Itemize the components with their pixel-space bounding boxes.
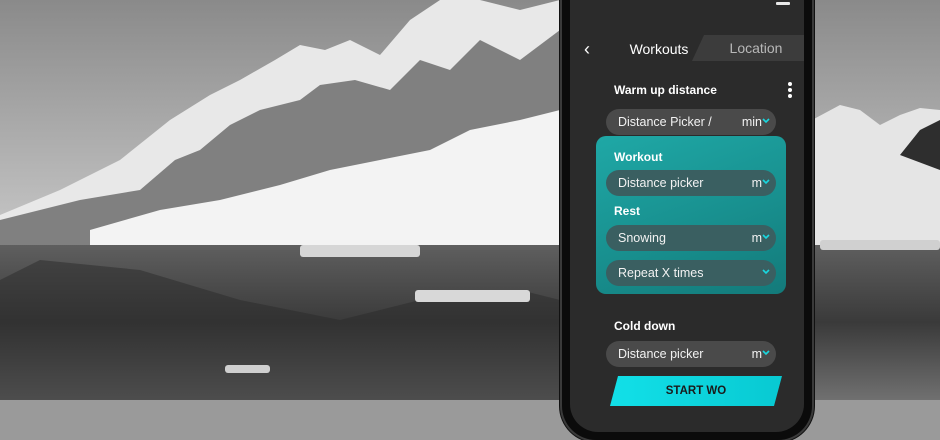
warmup-unit: min <box>741 115 762 129</box>
cooldown-label: Cold down <box>614 319 676 333</box>
repeat-picker-text: Repeat X times <box>618 266 704 280</box>
cooldown-distance-picker[interactable]: Distance picker m <box>606 341 776 367</box>
tab-workouts[interactable]: Workouts <box>624 36 694 62</box>
back-chevron-icon[interactable]: ‹ <box>584 36 590 62</box>
warmup-picker-text: Distance Picker / <box>618 115 712 129</box>
ice-floe <box>820 240 940 250</box>
ice-floe <box>225 365 270 373</box>
workout-label: Workout <box>614 150 663 164</box>
mountain-right <box>812 105 940 245</box>
rest-picker[interactable]: Snowing m <box>606 225 776 251</box>
rest-unit: m <box>751 231 762 245</box>
workout-unit: m <box>751 176 762 190</box>
chevron-down-icon <box>762 350 770 356</box>
rest-label: Rest <box>614 204 641 218</box>
chevron-down-icon <box>762 234 770 240</box>
ice-floe <box>415 290 530 302</box>
chevron-down-icon <box>762 269 770 275</box>
chevron-down-icon <box>762 118 770 124</box>
rest-picker-text: Snowing <box>618 231 666 245</box>
workout-picker-text: Distance picker <box>618 176 704 190</box>
top-navigation: ‹ Workouts Location <box>570 35 804 64</box>
workout-distance-picker[interactable]: Distance picker m <box>606 170 776 196</box>
phone-frame: ‹ Workouts Location Warm up distance Dis… <box>562 0 812 440</box>
start-workout-button[interactable]: START WO <box>610 376 782 406</box>
repeat-picker[interactable]: Repeat X times <box>606 260 776 286</box>
phone-screen: ‹ Workouts Location Warm up distance Dis… <box>570 0 804 432</box>
workout-card: Workout Distance picker m Rest Snowing m… <box>596 136 786 294</box>
status-bar-indicator <box>776 2 790 5</box>
cooldown-picker-text: Distance picker <box>618 347 704 361</box>
tab-location[interactable]: Location <box>692 35 804 61</box>
warmup-distance-picker[interactable]: Distance Picker / min <box>606 109 776 135</box>
kebab-menu-icon[interactable] <box>788 82 792 98</box>
cooldown-unit: m <box>751 347 762 361</box>
chevron-down-icon <box>762 179 770 185</box>
warmup-label: Warm up distance <box>614 83 717 97</box>
ice-floe <box>300 245 420 257</box>
